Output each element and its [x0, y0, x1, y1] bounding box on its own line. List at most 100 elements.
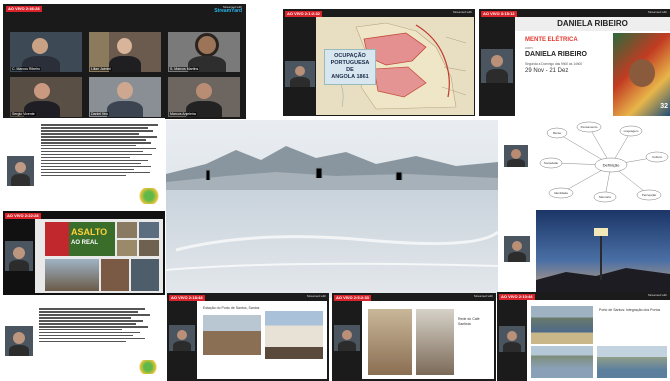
photo-thumbnail [203, 315, 261, 355]
slide: Rede do Café Santista [362, 301, 494, 379]
participant-video[interactable]: Marcos Anjeleira [168, 77, 240, 117]
presenter-camera[interactable] [481, 49, 513, 83]
presenter-camera[interactable] [504, 145, 528, 167]
participant-video[interactable]: C. Marcos Ribeiro [10, 32, 82, 72]
streamed-with-label: Streamed with [647, 293, 667, 297]
streamed-with-label: Streamed with [473, 294, 493, 298]
schedule-label: Segunda a Domingo das 9h00 às 14h00 [525, 62, 583, 66]
harbor-illustration [166, 120, 498, 298]
mindmap-node: Linguagem [624, 129, 639, 133]
presenter-camera[interactable] [499, 326, 525, 352]
participant-name: Sergio Vicente [11, 111, 36, 116]
slide-caption: Rede do Café Santista [458, 317, 480, 326]
slide-header: DANIELA RIBEIRO [515, 17, 670, 31]
participant-name: C. Marcos Ribeiro [11, 66, 42, 71]
live-badge: AO VIVO 3:15:12 [481, 11, 517, 17]
bottom-slide-tile[interactable] [3, 300, 165, 381]
stadium-photo [536, 210, 670, 294]
brand-label: StreamYard [214, 8, 242, 14]
photo-thumbnail [101, 259, 129, 291]
event-label: MENTE ELÉTRICA [525, 37, 578, 43]
harbor-landscape-tile[interactable] [166, 120, 498, 298]
bullet-list [39, 308, 157, 344]
photo-thumbnail [531, 346, 593, 378]
participant-name: S. Marcos Martins [169, 66, 200, 71]
presenter-camera[interactable] [285, 61, 315, 87]
logo-icon [137, 188, 161, 204]
avatar [32, 38, 48, 54]
photo-thumbnail [131, 259, 159, 291]
santos-station-tile[interactable]: AO VIVO 2:18:48 Streamed with Estação do… [167, 293, 329, 381]
photo-thumbnail [139, 240, 159, 256]
counter-label: 32 [660, 103, 668, 110]
stadium-tile[interactable] [501, 210, 670, 294]
mindmap-center: Definição [603, 163, 620, 168]
bullet-slide-tile[interactable] [3, 118, 165, 208]
speaker-name: DANIELA RIBEIRO [525, 51, 587, 58]
asalto-title: ASALTO [71, 227, 108, 237]
mind-map-diagram: Definição Mente Pensamento Linguagem Cul… [539, 121, 669, 203]
participant-name: Marcos Anjeleira [169, 111, 197, 116]
port-tile[interactable]: AO VIVO 2:10:46 Streamed with Porto de S… [497, 292, 670, 381]
mindmap-node: Pensamento [581, 125, 598, 129]
streamyard-brand: Streamed with StreamYard [214, 6, 242, 14]
angola-map-tile[interactable]: AO VIVO 2:1:2:32 Streamed with OCUPAÇÃO … [283, 9, 475, 116]
slide-caption: Estação do Porto de Santos, Santos [203, 306, 260, 310]
dates-label: 29 Nov - 21 Dez [525, 68, 569, 74]
presenter-camera[interactable] [7, 156, 34, 186]
presenter-camera[interactable] [334, 325, 360, 351]
slide: Porto de Santos: Integração dos Portos [527, 300, 670, 381]
presenter-camera[interactable] [5, 241, 33, 271]
participant-video[interactable]: Daniel Veo [89, 77, 161, 117]
photo-thumbnail [531, 306, 593, 344]
avatar [117, 82, 133, 99]
mindmap-node: Cultura [652, 155, 662, 159]
slide-title: OCUPAÇÃO PORTUGUESA DE ANGOLA 1861 [324, 49, 376, 85]
avatar [34, 83, 50, 99]
bullet-list [41, 124, 163, 178]
streamed-with-label: Streamed with [647, 10, 667, 14]
photo-thumbnail [117, 240, 137, 256]
photo-thumbnail [597, 346, 667, 378]
avatar [196, 83, 212, 99]
photo-thumbnail [368, 309, 412, 375]
presenter-camera[interactable] [5, 326, 33, 356]
participant-video[interactable]: S. Marcos Martins [168, 32, 240, 72]
live-badge: AO VIVO 2:46:28 [6, 6, 42, 12]
participant-video[interactable]: Sergio Vicente [10, 77, 82, 117]
photo-thumbnail [45, 259, 99, 291]
mindmap-node: Sociedade [544, 161, 559, 165]
mindmap-node: Percepção [642, 193, 657, 197]
slide: OCUPAÇÃO PORTUGUESA DE ANGOLA 1861 [316, 17, 474, 115]
meeting-tile[interactable]: AO VIVO 2:46:28 Streamed with StreamYard… [3, 4, 246, 119]
presenter-camera[interactable] [169, 325, 195, 351]
photo-thumbnail [139, 222, 159, 238]
photo-thumbnail [416, 309, 454, 375]
participant-name: Lilian Jaimini [90, 66, 113, 71]
mindmap-node: Identidade [554, 191, 568, 195]
speaker-photo: 32 [613, 33, 670, 116]
asalto-subtitle: AO REAL [71, 240, 98, 246]
photo-thumbnail [265, 311, 323, 359]
slide: ASALTO AO REAL [35, 219, 163, 293]
participant-name: Daniel Veo [90, 111, 109, 116]
slide: DANIELA RIBEIRO MENTE ELÉTRICA com DANIE… [515, 17, 670, 116]
building-tile[interactable]: AO VIVO 2:5:2:33 Streamed with Rede do C… [332, 293, 496, 381]
mindmap-node: Memória [599, 195, 611, 199]
with-label: com [525, 45, 533, 50]
mindmap-node: Mente [553, 131, 562, 135]
streamed-with-label: Streamed with [452, 10, 472, 14]
presenter-camera[interactable] [504, 236, 530, 262]
poster-image: ASALTO AO REAL [45, 222, 115, 256]
photo-thumbnail [117, 222, 137, 238]
avatar [117, 38, 132, 54]
logo-icon [137, 360, 159, 374]
streamed-with-label: Streamed with [306, 294, 326, 298]
daniela-tile[interactable]: AO VIVO 3:15:12 Streamed with DANIELA RI… [479, 9, 670, 116]
slide: Estação do Porto de Santos, Santos [197, 301, 327, 379]
participant-video[interactable]: Lilian Jaimini [89, 32, 161, 72]
mindmap-tile[interactable]: Definição Mente Pensamento Linguagem Cul… [501, 117, 670, 207]
slide-caption: Porto de Santos: Integração dos Portos [599, 308, 661, 312]
asalto-tile[interactable]: AO VIVO 2:22:28 ASALTO AO REAL [3, 211, 165, 295]
avatar [198, 36, 216, 54]
